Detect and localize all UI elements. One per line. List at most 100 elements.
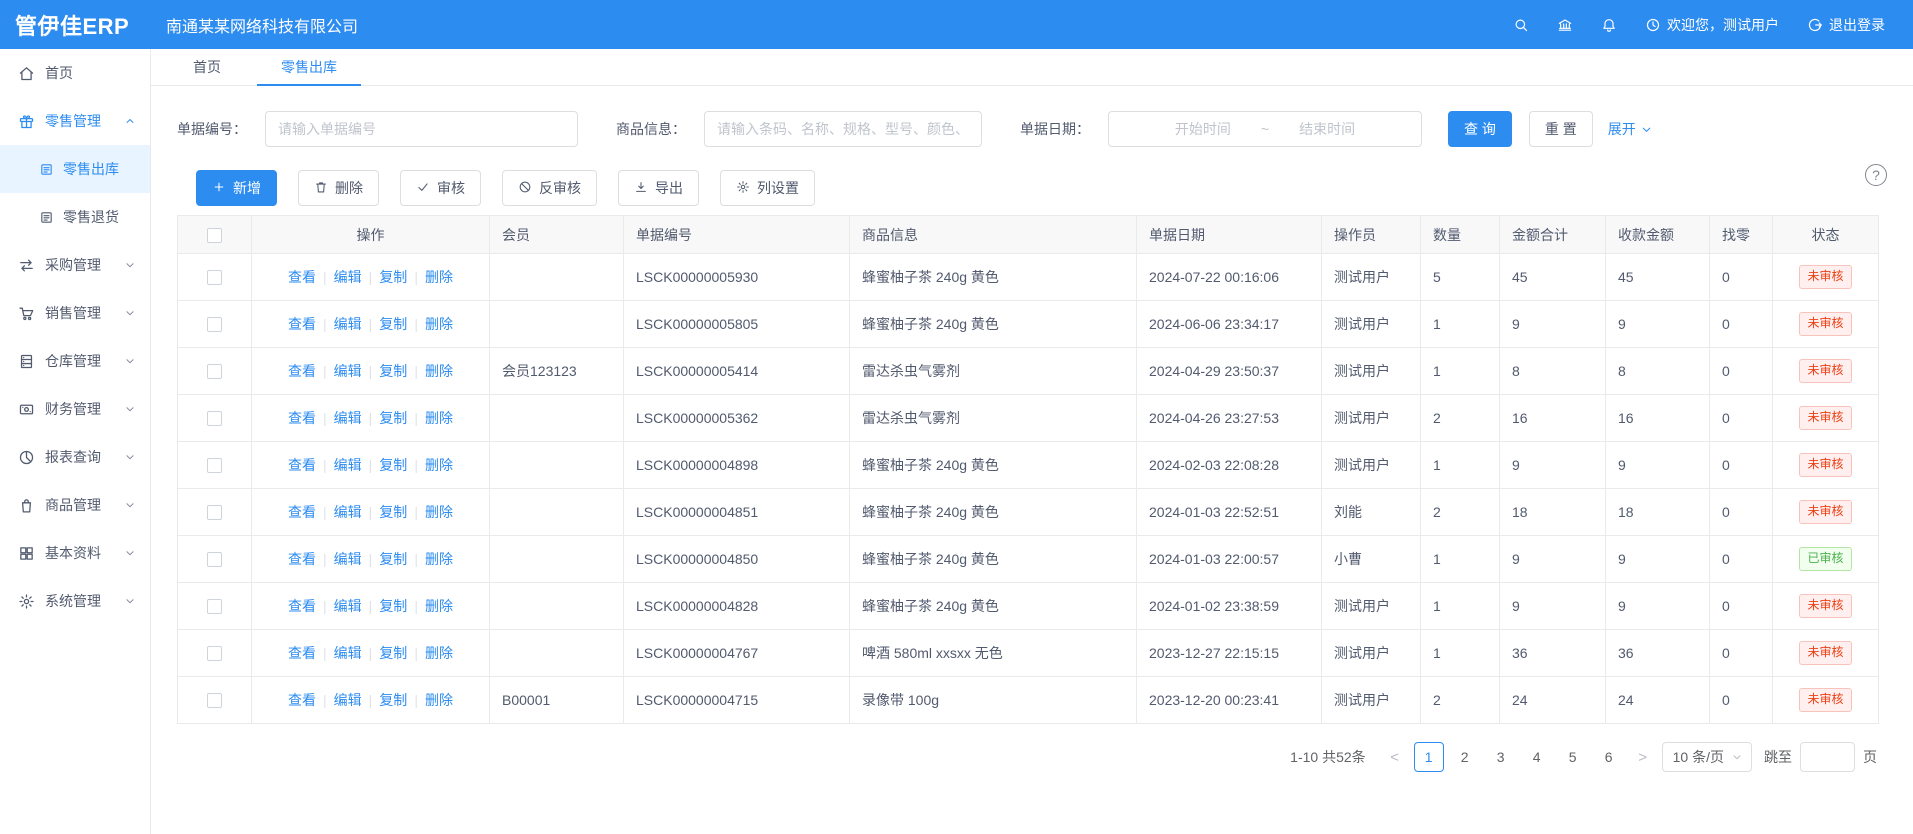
row-action-复制[interactable]: 复制 bbox=[379, 316, 407, 332]
page-button-1[interactable]: 1 bbox=[1414, 742, 1444, 772]
row-action-复制[interactable]: 复制 bbox=[379, 645, 407, 661]
sidebar-item-retail[interactable]: 零售管理 bbox=[0, 97, 150, 145]
row-checkbox[interactable] bbox=[207, 646, 222, 661]
row-action-复制[interactable]: 复制 bbox=[379, 692, 407, 708]
row-action-查看[interactable]: 查看 bbox=[288, 410, 316, 426]
row-action-编辑[interactable]: 编辑 bbox=[334, 551, 362, 567]
row-action-删除[interactable]: 删除 bbox=[425, 504, 453, 520]
row-action-查看[interactable]: 查看 bbox=[288, 457, 316, 473]
expand-link[interactable]: 展开 bbox=[1608, 119, 1653, 139]
row-action-编辑[interactable]: 编辑 bbox=[334, 692, 362, 708]
row-action-编辑[interactable]: 编辑 bbox=[334, 645, 362, 661]
row-action-删除[interactable]: 删除 bbox=[425, 363, 453, 379]
row-action-复制[interactable]: 复制 bbox=[379, 269, 407, 285]
tab-零售出库[interactable]: 零售出库 bbox=[257, 49, 361, 85]
export-button[interactable]: 导出 bbox=[618, 170, 699, 206]
sidebar-item-system[interactable]: 系统管理 bbox=[0, 577, 150, 625]
row-action-查看[interactable]: 查看 bbox=[288, 645, 316, 661]
page-button-2[interactable]: 2 bbox=[1450, 742, 1480, 772]
sidebar-item-retail-return[interactable]: 零售退货 bbox=[0, 193, 150, 241]
row-checkbox[interactable] bbox=[207, 411, 222, 426]
row-action-查看[interactable]: 查看 bbox=[288, 316, 316, 332]
sidebar-item-finance[interactable]: 财务管理 bbox=[0, 385, 150, 433]
sidebar-item-sales[interactable]: 销售管理 bbox=[0, 289, 150, 337]
row-action-删除[interactable]: 删除 bbox=[425, 410, 453, 426]
welcome-user[interactable]: 欢迎您，测试用户 bbox=[1645, 15, 1779, 35]
row-action-编辑[interactable]: 编辑 bbox=[334, 410, 362, 426]
search-icon[interactable] bbox=[1513, 17, 1529, 33]
row-checkbox[interactable] bbox=[207, 693, 222, 708]
page-button-6[interactable]: 6 bbox=[1594, 742, 1624, 772]
page-button-4[interactable]: 4 bbox=[1522, 742, 1552, 772]
date-range-input[interactable]: 开始时间 ~ 结束时间 bbox=[1108, 111, 1422, 147]
row-action-查看[interactable]: 查看 bbox=[288, 598, 316, 614]
audit-button[interactable]: 审核 bbox=[400, 170, 481, 206]
sidebar-item-label: 财务管理 bbox=[45, 399, 124, 419]
row-checkbox[interactable] bbox=[207, 317, 222, 332]
date-cell: 2023-12-27 22:15:15 bbox=[1137, 630, 1322, 677]
row-action-复制[interactable]: 复制 bbox=[379, 410, 407, 426]
sidebar-item-retail-outbound[interactable]: 零售出库 bbox=[0, 145, 150, 193]
unaudit-button[interactable]: 反审核 bbox=[502, 170, 597, 206]
prev-page-button[interactable]: < bbox=[1382, 742, 1408, 772]
bill-no-input[interactable] bbox=[265, 111, 578, 147]
page-button-3[interactable]: 3 bbox=[1486, 742, 1516, 772]
help-icon[interactable]: ? bbox=[1865, 164, 1887, 186]
row-action-查看[interactable]: 查看 bbox=[288, 269, 316, 285]
sidebar-item-purchase[interactable]: 采购管理 bbox=[0, 241, 150, 289]
row-action-编辑[interactable]: 编辑 bbox=[334, 363, 362, 379]
row-checkbox[interactable] bbox=[207, 505, 222, 520]
row-action-编辑[interactable]: 编辑 bbox=[334, 269, 362, 285]
add-button[interactable]: 新增 bbox=[196, 170, 277, 206]
jump-page-input[interactable] bbox=[1800, 742, 1855, 772]
row-action-编辑[interactable]: 编辑 bbox=[334, 457, 362, 473]
row-checkbox[interactable] bbox=[207, 552, 222, 567]
row-action-复制[interactable]: 复制 bbox=[379, 551, 407, 567]
row-action-查看[interactable]: 查看 bbox=[288, 363, 316, 379]
sidebar-item-reports[interactable]: 报表查询 bbox=[0, 433, 150, 481]
row-action-编辑[interactable]: 编辑 bbox=[334, 316, 362, 332]
column-settings-button[interactable]: 列设置 bbox=[720, 170, 815, 206]
row-checkbox[interactable] bbox=[207, 364, 222, 379]
sidebar-item-basic-data[interactable]: 基本资料 bbox=[0, 529, 150, 577]
row-action-删除[interactable]: 删除 bbox=[425, 551, 453, 567]
logout-button[interactable]: 退出登录 bbox=[1807, 15, 1885, 35]
sidebar-item-goods[interactable]: 商品管理 bbox=[0, 481, 150, 529]
row-action-查看[interactable]: 查看 bbox=[288, 504, 316, 520]
reset-button[interactable]: 重 置 bbox=[1529, 111, 1593, 147]
row-action-编辑[interactable]: 编辑 bbox=[334, 504, 362, 520]
amount-cell: 9 bbox=[1500, 442, 1606, 489]
sidebar-item-warehouse[interactable]: 仓库管理 bbox=[0, 337, 150, 385]
row-action-查看[interactable]: 查看 bbox=[288, 692, 316, 708]
amount-cell: 8 bbox=[1500, 348, 1606, 395]
row-action-复制[interactable]: 复制 bbox=[379, 457, 407, 473]
row-action-删除[interactable]: 删除 bbox=[425, 692, 453, 708]
page-button-5[interactable]: 5 bbox=[1558, 742, 1588, 772]
row-action-查看[interactable]: 查看 bbox=[288, 551, 316, 567]
delete-button[interactable]: 删除 bbox=[298, 170, 379, 206]
bell-icon[interactable] bbox=[1601, 17, 1617, 33]
select-all-checkbox[interactable] bbox=[207, 228, 222, 243]
row-checkbox[interactable] bbox=[207, 599, 222, 614]
row-action-删除[interactable]: 删除 bbox=[425, 598, 453, 614]
row-actions-cell: 查看|编辑|复制|删除 bbox=[252, 677, 490, 724]
chevron-down-icon bbox=[124, 307, 136, 319]
sidebar-item-home[interactable]: 首页 bbox=[0, 49, 150, 97]
row-action-复制[interactable]: 复制 bbox=[379, 598, 407, 614]
action-separator: | bbox=[369, 316, 373, 332]
bank-icon[interactable] bbox=[1557, 17, 1573, 33]
row-checkbox[interactable] bbox=[207, 458, 222, 473]
row-checkbox[interactable] bbox=[207, 270, 222, 285]
product-input[interactable] bbox=[704, 111, 982, 147]
row-action-复制[interactable]: 复制 bbox=[379, 363, 407, 379]
search-button[interactable]: 查 询 bbox=[1448, 111, 1512, 147]
row-action-编辑[interactable]: 编辑 bbox=[334, 598, 362, 614]
row-action-删除[interactable]: 删除 bbox=[425, 316, 453, 332]
page-size-select[interactable]: 10 条/页 bbox=[1662, 742, 1752, 772]
row-action-删除[interactable]: 删除 bbox=[425, 645, 453, 661]
row-action-删除[interactable]: 删除 bbox=[425, 269, 453, 285]
tab-首页[interactable]: 首页 bbox=[169, 49, 245, 85]
row-action-删除[interactable]: 删除 bbox=[425, 457, 453, 473]
next-page-button[interactable]: > bbox=[1630, 742, 1656, 772]
row-action-复制[interactable]: 复制 bbox=[379, 504, 407, 520]
